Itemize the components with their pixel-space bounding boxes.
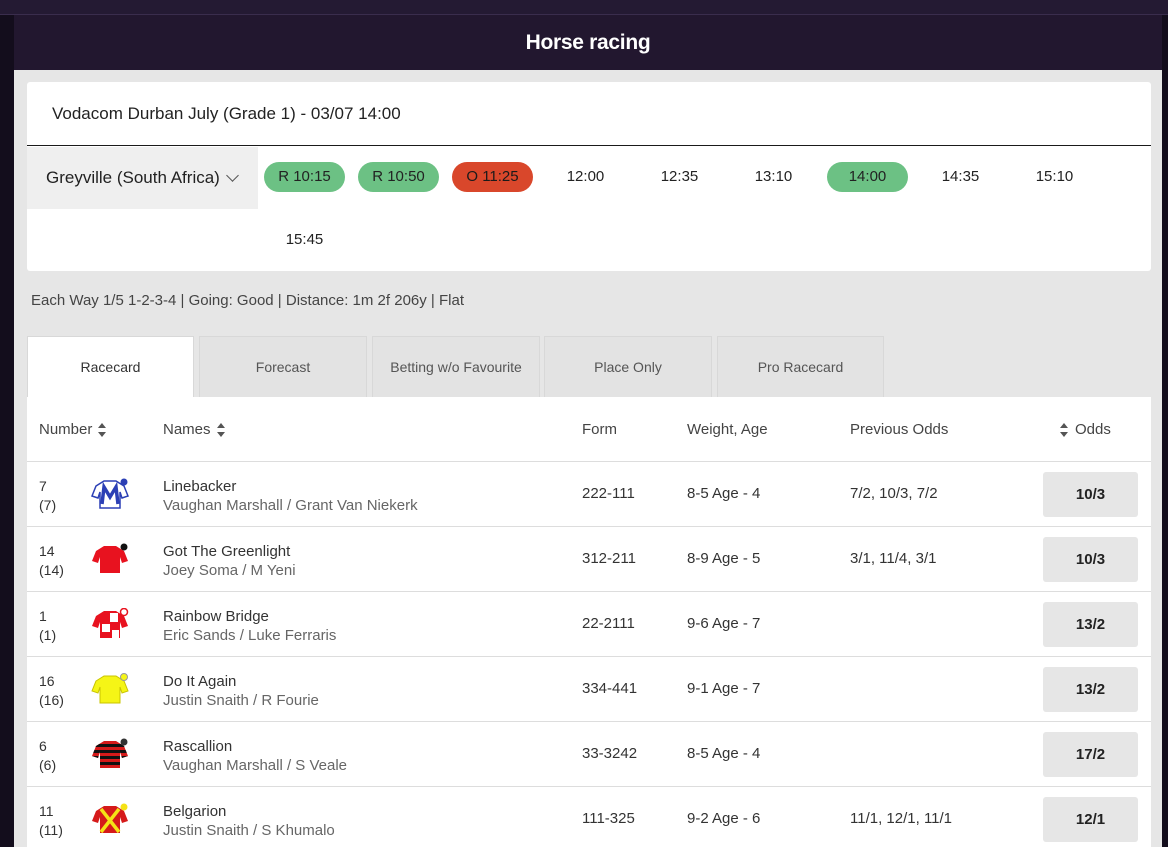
race-time-1435[interactable]: 14:35 (920, 162, 1001, 192)
odds-button[interactable]: 12/1 (1043, 797, 1138, 842)
horse-name: Rainbow Bridge (163, 608, 269, 625)
tab-pro-racecard[interactable]: Pro Racecard (717, 336, 884, 397)
previous-odds: 3/1, 11/4, 3/1 (850, 550, 937, 567)
jockey-silk-icon (92, 543, 128, 573)
sort-odds-header[interactable]: Odds (1060, 397, 1111, 462)
trainer-jockey: Justin Snaith / S Khumalo (163, 822, 335, 839)
weight-age: 9-6 Age - 7 (687, 615, 761, 632)
sort-number-header[interactable]: Number (39, 397, 107, 462)
column-label-weight-age: Weight, Age (687, 421, 768, 438)
jockey-silk-icon (91, 673, 129, 704)
runner-number: 6 (6) (39, 738, 57, 773)
trainer-jockey: Vaughan Marshall / S Veale (163, 757, 348, 774)
column-label-odds: Odds (1075, 421, 1111, 438)
race-time-1015[interactable]: R 10:15 (264, 162, 345, 192)
column-label-previous-odds: Previous Odds (850, 421, 949, 438)
runner-form: 33-3242 (582, 745, 638, 762)
tab-place-only[interactable]: Place Only (544, 336, 712, 397)
sort-icon (98, 423, 107, 438)
sort-icon (216, 423, 226, 438)
race-time-1200[interactable]: 12:00 (545, 162, 626, 192)
jockey-silk-icon (91, 478, 129, 509)
odds-button[interactable]: 13/2 (1043, 602, 1138, 647)
chevron-down-icon (225, 169, 239, 182)
column-label-number: Number (39, 421, 93, 438)
jockey-silk-icon (92, 608, 129, 638)
left-backdrop (0, 15, 14, 847)
table-header: Number Names Form Weight, Age Previous O… (27, 397, 1151, 462)
race-selector: Vodacom Durban July (Grade 1) - 03/07 14… (27, 82, 1151, 271)
page-title: Horse racing (525, 30, 651, 54)
race-time-1050[interactable]: R 10:50 (358, 162, 439, 192)
column-label-names: Names (163, 421, 211, 438)
horse-name: Linebacker (163, 478, 237, 495)
runner-form: 22-2111 (582, 615, 635, 632)
tab-forecast[interactable]: Forecast (199, 336, 367, 397)
horse-name: Got The Greenlight (163, 543, 291, 560)
table-row: 11 (11) Belgarion Justin Snaith / S Khumal… (27, 787, 1151, 847)
table-row: 1 (1) Rainbow Bridge Eric Sands / Luke Fer… (27, 592, 1151, 657)
weight-age: 8-5 Age - 4 (687, 485, 761, 502)
racecard-panel: Horse racing Vodacom Durban July (Grade … (14, 15, 1162, 847)
odds-button[interactable]: 10/3 (1043, 472, 1138, 517)
odds-button[interactable]: 17/2 (1043, 732, 1138, 777)
venue-dropdown[interactable]: Greyville (South Africa) (27, 147, 258, 209)
table-row: 14 (14) Got The Greenlight Joey Soma / M Y… (27, 527, 1151, 592)
runner-number: 11 (11) (39, 803, 63, 838)
weight-age: 9-2 Age - 6 (687, 810, 761, 827)
runner-form: 222-111 (582, 485, 635, 502)
horse-name: Rascallion (163, 738, 233, 755)
runner-number: 14 (14) (39, 543, 64, 578)
race-time-1510[interactable]: 15:10 (1014, 162, 1095, 192)
trainer-jockey: Justin Snaith / R Fourie (163, 692, 319, 709)
sort-names-header[interactable]: Names (163, 397, 226, 462)
trainer-jockey: Joey Soma / M Yeni (163, 562, 296, 579)
tab-racecard[interactable]: Racecard (27, 336, 194, 397)
runners-table: Number Names Form Weight, Age Previous O… (27, 397, 1151, 847)
race-time-1125[interactable]: O 11:25 (452, 162, 533, 192)
jockey-silk-icon (92, 803, 128, 834)
jockey-silk-icon (92, 738, 128, 768)
odds-button[interactable]: 13/2 (1043, 667, 1138, 712)
horse-name: Belgarion (163, 803, 227, 820)
race-time-1400[interactable]: 14:00 (827, 162, 908, 192)
odds-button[interactable]: 10/3 (1043, 537, 1138, 582)
runner-number: 7 (7) (39, 478, 57, 513)
runner-form: 111-325 (582, 810, 635, 827)
previous-odds: 7/2, 10/3, 7/2 (850, 485, 938, 502)
table-row: 16 (16) Do It Again Justin Snaith / R Four… (27, 657, 1151, 722)
weight-age: 8-9 Age - 5 (687, 550, 761, 567)
previous-odds: 11/1, 12/1, 11/1 (850, 810, 953, 827)
weight-age: 9-1 Age - 7 (687, 680, 761, 697)
tab-betting-without-favourite[interactable]: Betting w/o Favourite (372, 336, 540, 397)
runner-form: 334-441 (582, 680, 638, 697)
runner-number: 1 (1) (39, 608, 57, 643)
weight-age: 8-5 Age - 4 (687, 745, 761, 762)
trainer-jockey: Vaughan Marshall / Grant Van Niekerk (163, 497, 418, 514)
race-time-1235[interactable]: 12:35 (639, 162, 720, 192)
right-backdrop (1162, 15, 1168, 847)
race-title: Vodacom Durban July (Grade 1) - 03/07 14… (27, 82, 1151, 146)
horse-name: Do It Again (163, 673, 237, 690)
race-time-1545[interactable]: 15:45 (264, 225, 345, 255)
table-row: 7 (7) Linebacker Vaughan Marshall / Grant … (27, 462, 1151, 527)
runner-number: 16 (16) (39, 673, 64, 708)
race-time-1310[interactable]: 13:10 (733, 162, 814, 192)
runner-form: 312-211 (582, 550, 636, 567)
column-label-form: Form (582, 421, 617, 438)
top-strip (0, 0, 1168, 15)
table-row: 6 (6) Rascallion Vaughan Marshall / S Veal… (27, 722, 1151, 787)
race-info: Each Way 1/5 1-2-3-4 | Going: Good | Dis… (31, 292, 465, 309)
sort-icon (1060, 423, 1069, 438)
page-header: Horse racing (14, 15, 1162, 70)
venue-label: Greyville (South Africa) (46, 168, 220, 187)
trainer-jockey: Eric Sands / Luke Ferraris (163, 627, 337, 644)
